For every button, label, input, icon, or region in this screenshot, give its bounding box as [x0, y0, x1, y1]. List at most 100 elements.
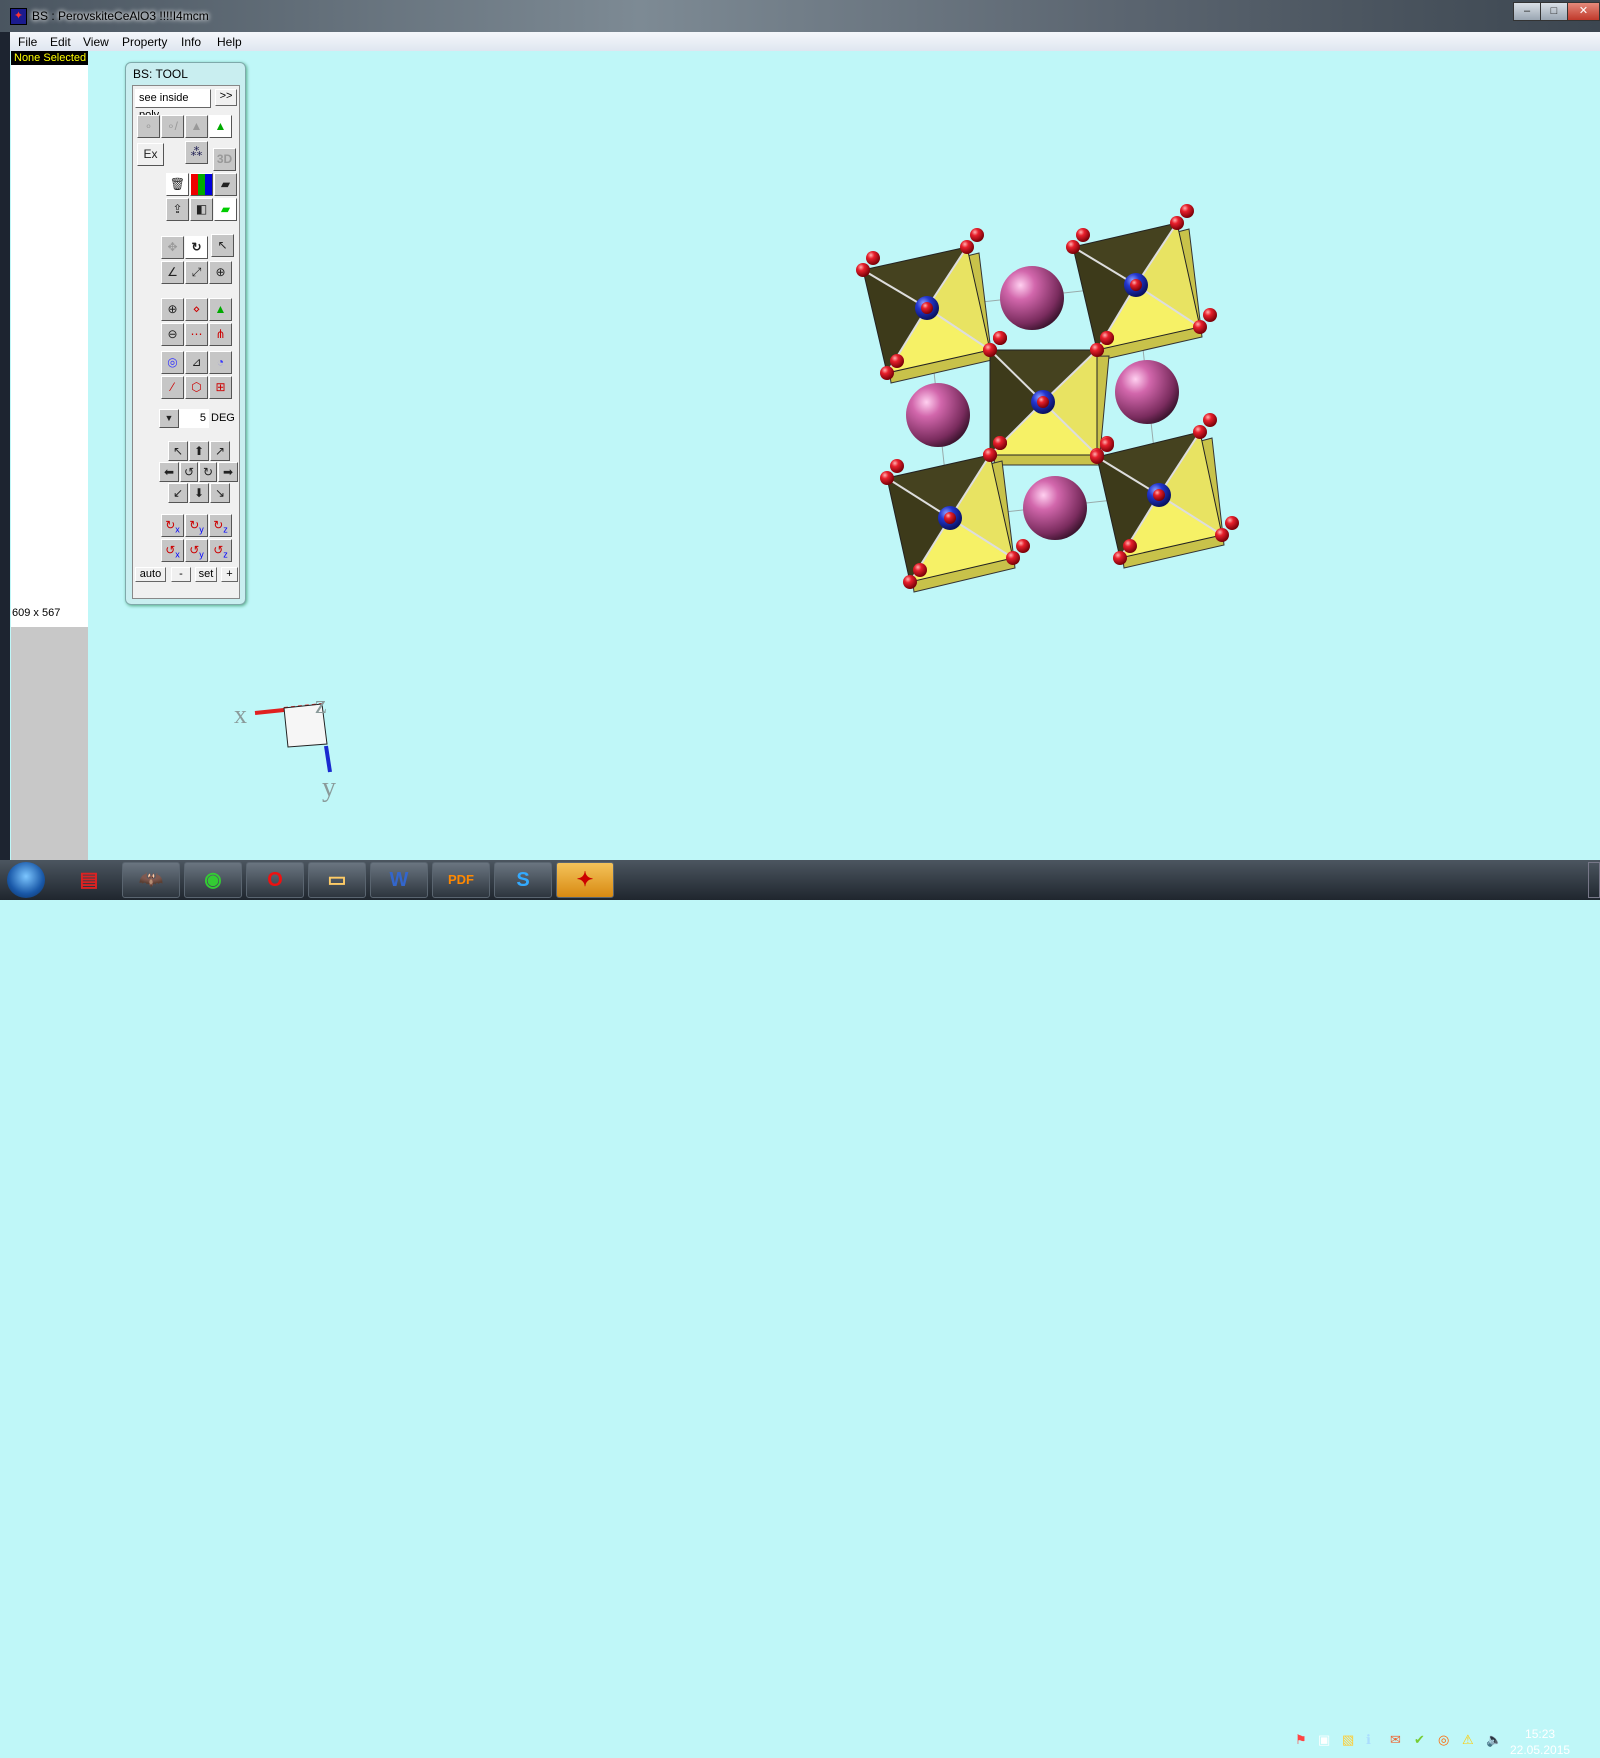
volume-icon[interactable]: 🔈 [1486, 1732, 1502, 1748]
oxygen-atom [970, 228, 984, 242]
rotate-button[interactable]: ↻ [185, 236, 208, 259]
rotate-up-button[interactable]: ⬆ [189, 441, 209, 461]
unit-cell-button[interactable]: ⁂ [185, 141, 208, 164]
rotate-up-right-button[interactable]: ↗ [210, 441, 230, 461]
menu-edit[interactable]: Edit [50, 35, 71, 49]
atoms-only-button[interactable]: ∘ [137, 115, 160, 138]
plus-button[interactable]: + [221, 567, 238, 582]
contrast-button[interactable]: ◧ [190, 198, 213, 221]
rotate-cw-button[interactable]: ↻ [199, 462, 217, 482]
select-pointer-button[interactable]: ↖ [211, 234, 234, 257]
remove-atom-button[interactable]: ⊖ [161, 323, 184, 346]
rotate-left-button[interactable]: ⬅ [159, 462, 179, 482]
network-app-icon[interactable]: ▧ [1342, 1732, 1354, 1748]
frame-button[interactable]: ⊞ [209, 376, 232, 399]
rotate-x-plus-button[interactable]: ↻x [161, 514, 184, 537]
delete-icon[interactable]: 🗑 [166, 173, 189, 196]
ex-button[interactable]: Ex [137, 143, 164, 166]
rotate-down-left-button[interactable]: ↙ [168, 483, 188, 503]
rotate-z-plus-button[interactable]: ↻z [209, 514, 232, 537]
taskbar-opera[interactable]: O [246, 862, 304, 898]
oxygen-atom [960, 240, 974, 254]
info-icon[interactable]: ℹ [1366, 1732, 1371, 1748]
mail-icon[interactable]: ✉ [1390, 1732, 1401, 1748]
display-mode-field[interactable]: see inside poly [135, 89, 211, 121]
structure-viewport[interactable]: x z y [88, 51, 1600, 860]
zoom-button[interactable]: ⊕ [209, 261, 232, 284]
start-button[interactable] [7, 862, 45, 898]
export-button[interactable]: ⇪ [166, 198, 189, 221]
rotate-right-button[interactable]: ➡ [218, 462, 238, 482]
step-input[interactable]: 5 [179, 409, 209, 428]
maximize-button[interactable]: □ [1540, 2, 1568, 21]
set-button[interactable]: set [195, 567, 217, 582]
taskbar-acrobat-reader[interactable]: ▤ [60, 862, 118, 898]
dial-button[interactable]: ◔ [209, 351, 232, 374]
oxygen-atom [1203, 413, 1217, 427]
rotate-ccw-button[interactable]: ↺ [180, 462, 198, 482]
taskbar-balls-and-sticks[interactable]: ✦ [556, 862, 614, 898]
menu-view[interactable]: View [83, 35, 109, 49]
color-button[interactable] [190, 173, 213, 196]
poly-edit-button[interactable]: ▲ [209, 298, 232, 321]
oxygen-atom [866, 251, 880, 265]
rotate-down-right-button[interactable]: ↘ [210, 483, 230, 503]
rotate-x-minus-button[interactable]: ↺x [161, 539, 184, 562]
menu-file[interactable]: File [18, 35, 37, 49]
close-button[interactable]: ✕ [1567, 2, 1600, 21]
3d-button[interactable]: 3D [213, 148, 236, 171]
tree-button[interactable]: ⋔ [209, 323, 232, 346]
oxygen-atom [1066, 240, 1080, 254]
update-icon[interactable]: ◎ [1438, 1732, 1449, 1748]
sphere-button[interactable]: ◎ [161, 351, 184, 374]
menu-help[interactable]: Help [217, 35, 242, 49]
place-atom-button[interactable]: ⋄ [185, 298, 208, 321]
taskbar-skype[interactable]: S [494, 862, 552, 898]
rotate-y-minus-button[interactable]: ↺y [185, 539, 208, 562]
window-border [0, 32, 10, 860]
oxygen-atom [1090, 450, 1104, 464]
action-center-icon[interactable]: ⚑ [1295, 1732, 1307, 1748]
bond-edit-button[interactable]: ⁄ [161, 376, 184, 399]
rotate-z-minus-button[interactable]: ↺z [209, 539, 232, 562]
clock[interactable]: 15:23 22.05.2015 [1510, 1726, 1570, 1758]
taskbar-file-explorer[interactable]: ▭ [308, 862, 366, 898]
oxygen-atom [880, 471, 894, 485]
polyhedra-atoms-button[interactable]: ▲ [209, 115, 232, 138]
eraser-button[interactable]: ▰ [214, 198, 237, 221]
security-icon[interactable]: ✔ [1414, 1732, 1425, 1748]
minus-button[interactable]: - [171, 567, 191, 582]
add-atom-button[interactable]: ⊕ [161, 298, 184, 321]
taskbar-pdf-app[interactable]: PDF [432, 862, 490, 898]
oxygen-atom [1180, 204, 1194, 218]
angle-button[interactable]: ∠ [161, 261, 184, 284]
cube-button[interactable]: ⬡ [185, 376, 208, 399]
display-icon[interactable]: ▣ [1318, 1732, 1330, 1748]
oxygen-atom [993, 331, 1007, 345]
taskbar-batman-app[interactable]: 🦇 [122, 862, 180, 898]
place-atoms-button[interactable]: ⋯ [185, 323, 208, 346]
polyhedra-button[interactable]: ▲ [185, 115, 208, 138]
ball-stick-button[interactable]: ∘/ [161, 115, 184, 138]
show-desktop-button[interactable] [1588, 862, 1600, 898]
oxygen-atom [1076, 228, 1090, 242]
bond-style-button[interactable]: ▰ [214, 173, 237, 196]
plane-button[interactable]: ⊿ [185, 351, 208, 374]
menu-info[interactable]: Info [181, 35, 201, 49]
taskbar-word[interactable]: W [370, 862, 428, 898]
step-dropdown[interactable]: ▼ [159, 409, 179, 428]
taskbar-chrome[interactable]: ◉ [184, 862, 242, 898]
auto-button[interactable]: auto [135, 567, 166, 582]
minimize-button[interactable]: – [1513, 2, 1541, 21]
more-button[interactable]: >> [215, 89, 237, 106]
rotate-down-button[interactable]: ⬇ [189, 483, 209, 503]
move-button[interactable]: ✥ [161, 236, 184, 259]
distance-button[interactable]: ⤢ [185, 261, 208, 284]
menu-property[interactable]: Property [122, 35, 167, 49]
tool-palette-title: BS: TOOL [133, 67, 188, 81]
rotate-y-plus-button[interactable]: ↻y [185, 514, 208, 537]
network-warning-icon[interactable]: ⚠ [1462, 1732, 1474, 1748]
oxygen-atom [890, 459, 904, 473]
crystal-structure[interactable]: x z y [88, 51, 1600, 860]
rotate-up-left-button[interactable]: ↖ [168, 441, 188, 461]
